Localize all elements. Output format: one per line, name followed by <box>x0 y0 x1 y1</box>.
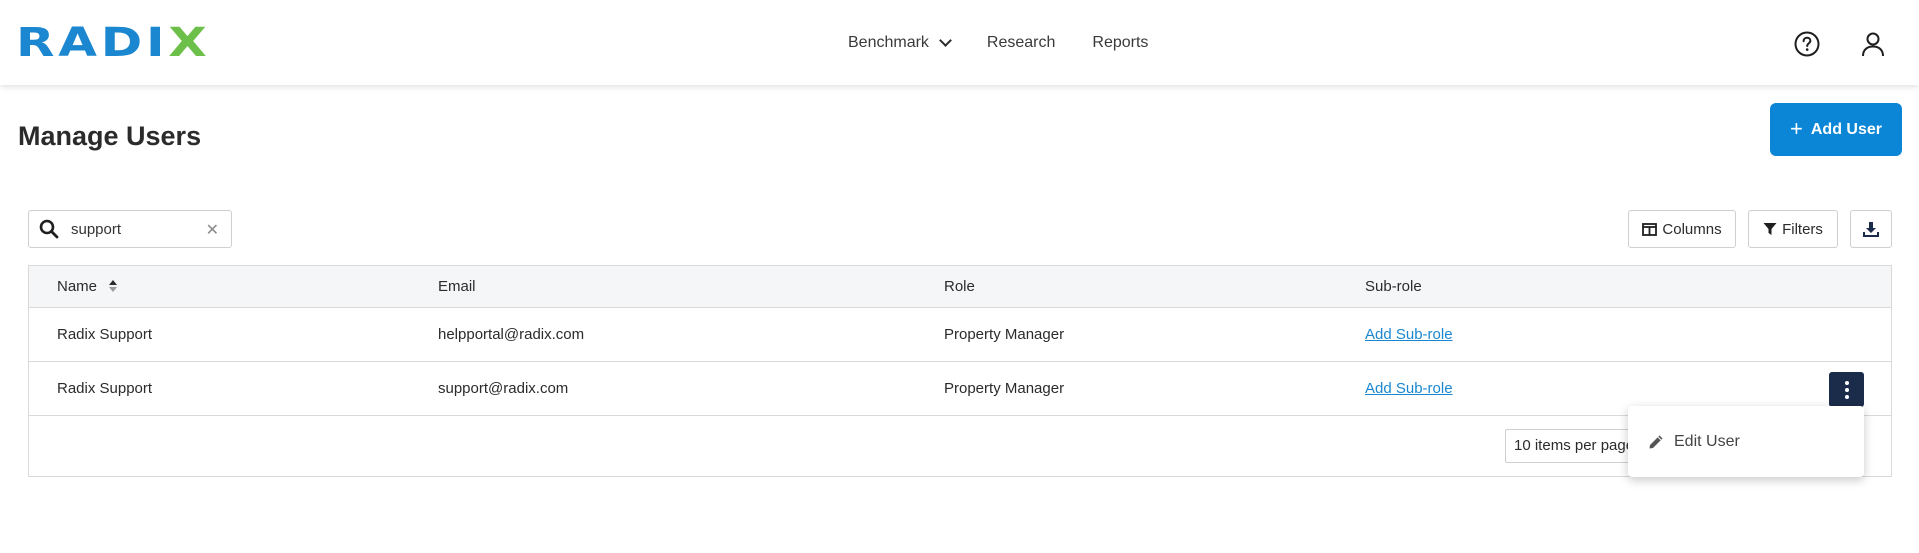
filter-icon <box>1763 223 1777 235</box>
table-row[interactable]: Radix Support helpportal@radix.com Prope… <box>29 308 1891 362</box>
users-table: Name Email Role Sub-role Radix Support h… <box>28 265 1892 477</box>
columns-button[interactable]: Columns <box>1628 210 1736 248</box>
plus-icon: + <box>1790 115 1803 141</box>
top-navigation-bar: RADIX Benchmark Research Reports <box>0 0 1919 85</box>
clear-search-icon[interactable]: ✕ <box>206 220 219 240</box>
add-subrole-link[interactable]: Add Sub-role <box>1365 380 1453 397</box>
add-user-label: Add User <box>1810 120 1882 138</box>
nav-item-label: Research <box>986 33 1056 51</box>
logo-accent-text: X <box>168 20 211 66</box>
nav-item-label: Benchmark <box>848 33 929 51</box>
radix-logo[interactable]: RADIX <box>16 20 207 66</box>
columns-label: Columns <box>1662 220 1722 238</box>
column-header-email[interactable]: Email <box>438 266 476 308</box>
page-title: Manage Users <box>18 121 202 151</box>
nav-item-benchmark[interactable]: Benchmark <box>848 33 952 52</box>
main-nav: Benchmark Research Reports <box>848 0 1148 85</box>
column-header-subrole[interactable]: Sub-role <box>1365 266 1422 308</box>
kebab-dot <box>1844 380 1849 385</box>
cell-subrole: Add Sub-role <box>1365 362 1453 416</box>
kebab-dot <box>1844 387 1849 392</box>
column-header-name[interactable]: Name <box>57 266 118 308</box>
cell-name: Radix Support <box>57 380 153 397</box>
search-icon <box>39 219 59 239</box>
column-header-label: Name <box>57 278 98 295</box>
download-icon <box>1863 222 1879 237</box>
nav-item-reports[interactable]: Reports <box>1092 34 1148 52</box>
row-actions-button[interactable] <box>1829 372 1864 407</box>
cell-email: helpportal@radix.com <box>438 326 585 343</box>
columns-icon <box>1642 222 1658 236</box>
help-circle-icon[interactable] <box>1794 31 1820 57</box>
add-user-button[interactable]: + Add User <box>1770 103 1902 156</box>
nav-item-label: Reports <box>1092 33 1149 51</box>
filters-label: Filters <box>1782 220 1823 238</box>
cell-role: Property Manager <box>944 326 1065 343</box>
cell-name: Radix Support <box>57 326 153 343</box>
cell-email: support@radix.com <box>438 380 569 397</box>
edit-user-label: Edit User <box>1674 432 1740 450</box>
row-actions-menu: Edit User <box>1628 406 1864 477</box>
search-input[interactable] <box>71 220 201 238</box>
table-row[interactable]: Radix Support support@radix.com Property… <box>29 362 1891 416</box>
nav-item-research[interactable]: Research <box>987 34 1055 52</box>
user-account-icon[interactable] <box>1859 30 1887 58</box>
pencil-icon <box>1649 435 1663 448</box>
edit-user-menu-item[interactable]: Edit User <box>1648 406 1740 477</box>
column-header-role[interactable]: Role <box>944 266 975 308</box>
table-header: Name Email Role Sub-role <box>29 266 1891 308</box>
sort-icon <box>109 279 118 292</box>
logo-main-text: RADI <box>16 20 169 66</box>
filters-button[interactable]: Filters <box>1748 210 1838 248</box>
cell-role: Property Manager <box>944 380 1065 397</box>
cell-subrole: Add Sub-role <box>1365 308 1453 362</box>
export-button[interactable] <box>1850 210 1892 248</box>
search-box: ✕ <box>28 210 232 248</box>
kebab-dot <box>1844 394 1849 399</box>
add-subrole-link[interactable]: Add Sub-role <box>1365 326 1453 343</box>
chevron-down-icon <box>939 33 952 47</box>
